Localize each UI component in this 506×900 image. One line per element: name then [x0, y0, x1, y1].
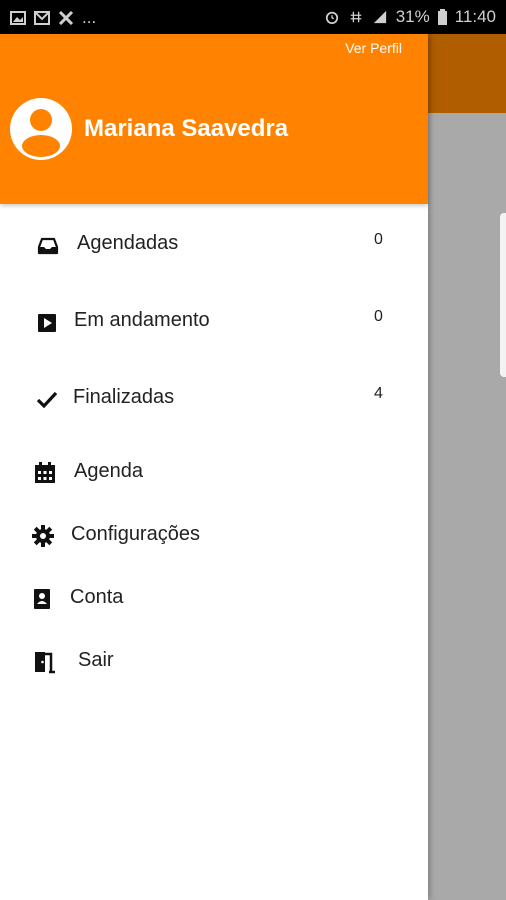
menu-item-em-andamento[interactable]: Em andamento 0 [0, 293, 428, 349]
menu-item-label: Em andamento [74, 309, 210, 331]
menu-item-sair[interactable]: Sair [0, 633, 428, 689]
image-icon [10, 11, 26, 25]
play-square-icon [38, 314, 56, 332]
menu-item-count: 0 [374, 308, 383, 325]
menu-item-label: Conta [70, 586, 124, 608]
inbox-icon [37, 237, 59, 255]
menu-item-agendadas[interactable]: Agendadas 0 [0, 216, 428, 272]
exit-door-icon [35, 652, 55, 674]
avatar[interactable] [10, 98, 72, 160]
more-notifications: ... [82, 8, 97, 27]
background-card [500, 213, 506, 377]
menu-item-label: Agenda [74, 460, 143, 482]
clock: 11:40 [454, 7, 496, 26]
menu-item-label: Configurações [71, 523, 200, 545]
badge-icon [34, 589, 50, 609]
menu-item-configuracoes[interactable]: Configurações [0, 507, 428, 563]
menu-item-count: 4 [374, 385, 383, 402]
menu-item-label: Sair [78, 649, 114, 671]
menu-item-label: Agendadas [77, 232, 179, 254]
menu-item-agenda[interactable]: Agenda [0, 444, 428, 500]
alarm-icon [325, 11, 338, 24]
menu-item-finalizadas[interactable]: Finalizadas 4 [0, 370, 428, 426]
menu-item-label: Finalizadas [73, 386, 175, 408]
gear-icon [32, 525, 54, 547]
battery-percentage: 31% [395, 7, 430, 26]
view-profile-link[interactable]: Ver Perfil [345, 40, 402, 56]
account-circle-icon [22, 109, 60, 157]
background-app-bar [428, 34, 506, 113]
user-name: Mariana Saavedra [84, 115, 289, 142]
calendar-icon [35, 462, 55, 483]
close-icon [58, 11, 74, 25]
status-bar: ... 31% 11:40 [0, 0, 506, 34]
network-icon [350, 11, 361, 23]
status-bar-notifications: ... [10, 8, 96, 28]
signal-icon [373, 10, 386, 24]
status-bar-system: 31% 11:40 [324, 7, 496, 27]
drawer-header: Ver Perfil Mariana Saavedra [0, 34, 428, 204]
navigation-drawer: Ver Perfil Mariana Saavedra Agendadas 0 … [0, 34, 428, 900]
menu-item-count: 0 [374, 231, 383, 248]
battery-icon [437, 9, 447, 25]
menu-item-conta[interactable]: Conta [0, 570, 428, 626]
mail-icon [34, 11, 50, 25]
check-icon [36, 391, 58, 409]
